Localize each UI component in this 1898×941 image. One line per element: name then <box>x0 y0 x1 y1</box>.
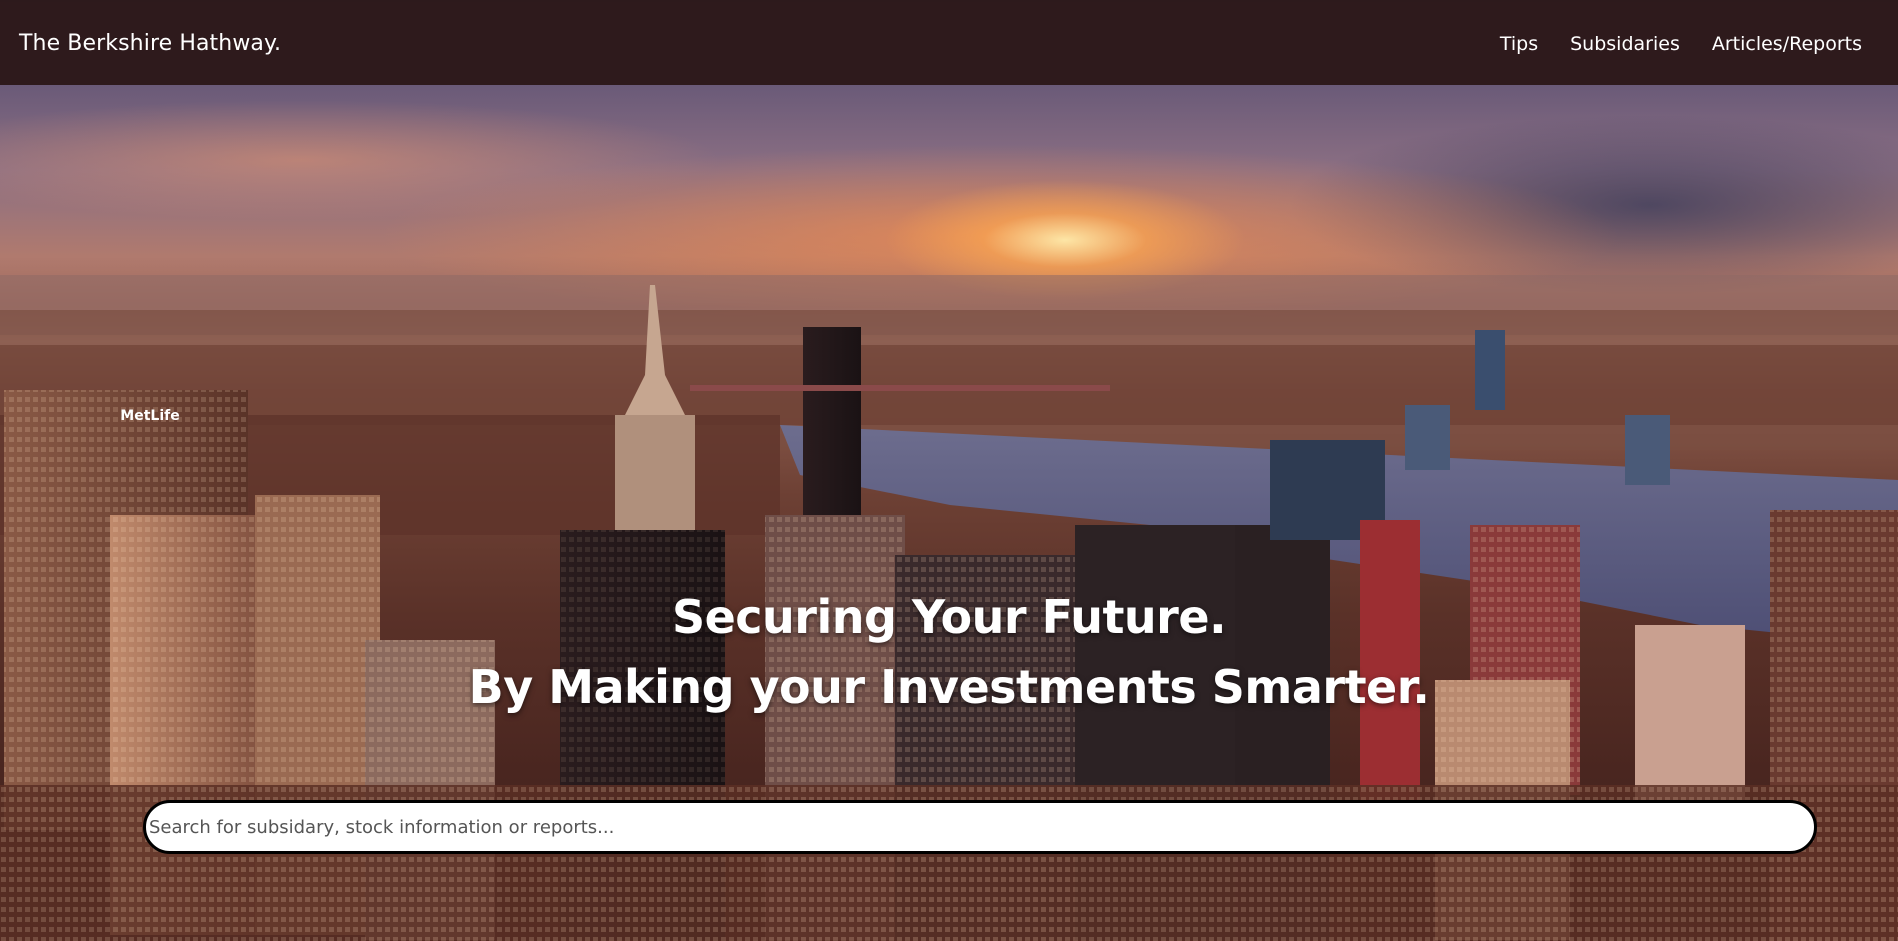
top-navbar: The Berkshire Hathway. Tips Subsidaries … <box>0 2 1898 85</box>
nav-link-articles-reports[interactable]: Articles/Reports <box>1712 33 1862 55</box>
nav-link-tips[interactable]: Tips <box>1500 33 1538 55</box>
hero-headline-line1: Securing Your Future. <box>671 590 1227 644</box>
brand-logo[interactable]: The Berkshire Hathway. <box>19 31 281 56</box>
metlife-sign: MetLife <box>120 408 179 424</box>
nav-link-subsidaries[interactable]: Subsidaries <box>1570 33 1680 55</box>
search-input[interactable] <box>143 800 1817 854</box>
main-nav: Tips Subsidaries Articles/Reports <box>1500 33 1862 55</box>
hero-headline-line2: By Making your Investments Smarter. <box>468 660 1430 714</box>
